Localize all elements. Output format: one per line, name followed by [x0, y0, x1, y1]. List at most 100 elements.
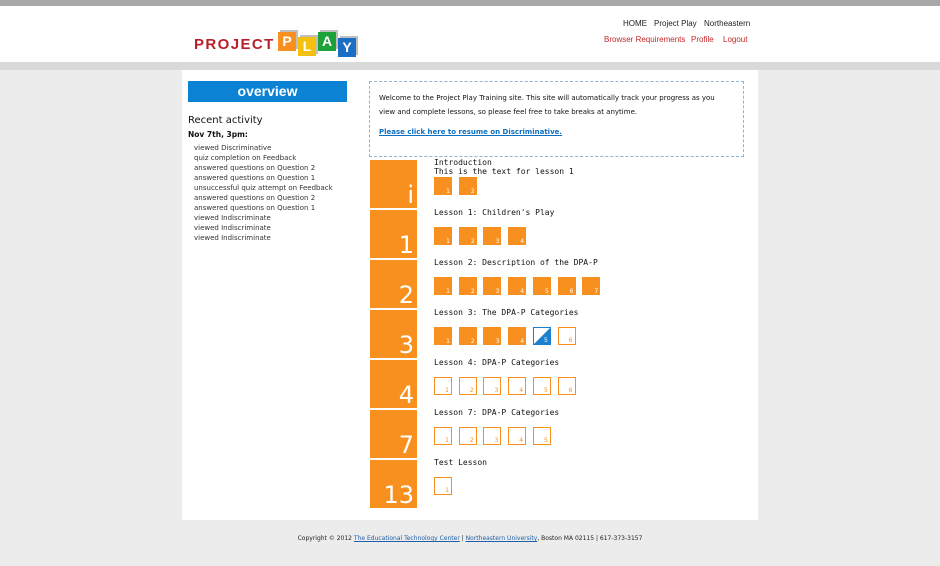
lesson-page-square[interactable]: 3 [483, 427, 502, 445]
lesson-number-tile[interactable]: 1 [370, 210, 417, 258]
lesson-page-square[interactable]: 5 [532, 377, 551, 395]
lesson-title[interactable]: Lesson 2: Description of the DPA-P [434, 258, 598, 267]
activity-item: viewed Indiscriminate [194, 214, 271, 222]
welcome-box: Welcome to the Project Play Training sit… [369, 81, 744, 157]
lesson-page-square[interactable]: 4 [508, 427, 527, 445]
lesson-page-number: 2 [470, 288, 475, 295]
lesson-number-tile[interactable]: i [370, 160, 417, 208]
activity-item: quiz completion on Feedback [194, 154, 297, 162]
activity-item: answered questions on Question 2 [194, 194, 316, 202]
logo-block-l: L [298, 37, 316, 56]
lesson-page-square[interactable]: 2 [458, 177, 477, 195]
site-header: PROJECT P L A Y HOME Project Play Northe… [0, 6, 940, 62]
lesson-page-number: 5 [543, 387, 548, 394]
lesson-page-square[interactable]: 1 [434, 177, 452, 195]
lesson-page-number: 3 [495, 338, 500, 345]
lesson-number-tile[interactable]: 7 [370, 410, 417, 458]
recent-activity-date: Nov 7th, 3pm: [188, 130, 248, 139]
nav-browser-requirements[interactable]: Browser Requirements [604, 35, 685, 44]
lesson-title[interactable]: Lesson 3: The DPA-P Categories [434, 308, 579, 317]
lesson-page-square[interactable]: 7 [582, 277, 601, 295]
lesson-page-square[interactable]: 1 [434, 427, 452, 445]
lesson-page-square[interactable]: 2 [458, 427, 477, 445]
activity-item: answered questions on Question 1 [194, 204, 316, 212]
lesson-title[interactable]: Lesson 7: DPA-P Categories [434, 408, 559, 417]
lesson-page-number: 1 [446, 288, 450, 295]
lesson-page-square[interactable]: 5 [532, 327, 551, 345]
resume-link[interactable]: Please click here to resume on Discrimin… [379, 128, 562, 136]
lesson-page-number: 2 [469, 387, 474, 394]
activity-item: answered questions on Question 2 [194, 164, 316, 172]
header-divider [0, 62, 940, 70]
lesson-page-square[interactable]: 4 [508, 377, 527, 395]
lesson-number-tile[interactable]: 2 [370, 260, 417, 308]
lesson-number: 3 [398, 331, 414, 359]
lesson-page-square[interactable]: 3 [483, 227, 502, 245]
footer-link-etc[interactable]: The Educational Technology Center [354, 535, 460, 542]
lesson-page-number: 6 [568, 387, 573, 394]
lesson-page-square[interactable]: 6 [557, 277, 576, 295]
lesson-number-tile[interactable]: 4 [370, 360, 417, 408]
lesson-page-number: 1 [446, 338, 450, 345]
lesson-page-square[interactable]: 2 [458, 277, 477, 295]
lesson-number: i [407, 181, 414, 209]
lesson-page-number: 3 [494, 387, 499, 394]
lesson-page-number: 5 [544, 288, 549, 295]
lesson-page-number: 2 [470, 238, 475, 245]
lesson-page-number: 1 [445, 387, 449, 394]
lesson-page-square[interactable]: 4 [508, 227, 527, 245]
nav-profile[interactable]: Profile [691, 35, 714, 44]
lesson-page-number: 4 [520, 338, 525, 345]
lesson-number: 2 [398, 281, 414, 309]
lesson-page-square[interactable]: 1 [434, 327, 452, 345]
footer-copyright: Copyright © 2012 [297, 535, 354, 542]
lesson-page-number: 1 [445, 437, 449, 444]
lesson-page-number: 1 [446, 188, 450, 195]
lesson-page-square[interactable]: 6 [557, 377, 576, 395]
lesson-page-square[interactable]: 6 [557, 327, 576, 345]
overview-button[interactable]: overview [188, 81, 347, 102]
nav-northeastern[interactable]: Northeastern [704, 19, 750, 28]
lesson-page-square[interactable]: 1 [434, 227, 452, 245]
lesson-page-number: 4 [519, 387, 524, 394]
lesson-page-square[interactable]: 3 [483, 327, 502, 345]
logo-block-p: P [278, 32, 296, 51]
nav-project-play[interactable]: Project Play [654, 19, 697, 28]
lesson-title[interactable]: Lesson 4: DPA-P Categories [434, 358, 559, 367]
lesson-page-number: 5 [543, 437, 548, 444]
lesson-page-square[interactable]: 4 [508, 277, 527, 295]
lesson-number: 1 [398, 231, 414, 259]
lesson-page-square[interactable]: 4 [508, 327, 527, 345]
lesson-page-number: 2 [470, 338, 475, 345]
lesson-title[interactable]: Lesson 1: Children's Play [434, 208, 554, 217]
lesson-page-square[interactable]: 2 [458, 227, 477, 245]
lesson-number: 13 [383, 481, 414, 509]
logo-text: PROJECT [194, 36, 275, 53]
lesson-page-square[interactable]: 3 [483, 377, 502, 395]
recent-activity-title: Recent activity [188, 115, 263, 126]
nav-logout[interactable]: Logout [723, 35, 747, 44]
lesson-page-number: 4 [520, 238, 525, 245]
footer: Copyright © 2012 The Educational Technol… [0, 535, 940, 542]
lesson-page-square[interactable]: 5 [532, 277, 551, 295]
lesson-page-square[interactable]: 1 [434, 277, 452, 295]
footer-address: , Boston MA 02115 | 617-373-3157 [537, 535, 643, 542]
lesson-page-number: 3 [495, 238, 500, 245]
lesson-page-number: 6 [568, 337, 573, 344]
lesson-page-square[interactable]: 2 [458, 377, 477, 395]
lesson-page-square[interactable]: 1 [434, 477, 452, 495]
lesson-page-square[interactable]: 2 [458, 327, 477, 345]
footer-link-northeastern[interactable]: Northeastern University [466, 535, 538, 542]
lesson-title[interactable]: Introduction [434, 158, 492, 167]
lesson-page-square[interactable]: 1 [434, 377, 452, 395]
lesson-page-square[interactable]: 5 [532, 427, 551, 445]
lesson-title[interactable]: Test Lesson [434, 458, 487, 467]
lesson-number-tile[interactable]: 13 [370, 460, 417, 508]
lesson-number-tile[interactable]: 3 [370, 310, 417, 358]
logo-block-y: Y [338, 38, 356, 57]
nav-home[interactable]: HOME [623, 19, 647, 28]
lesson-page-number: 2 [469, 437, 474, 444]
activity-item: answered questions on Question 1 [194, 174, 316, 182]
lesson-page-square[interactable]: 3 [483, 277, 502, 295]
lesson-page-number: 5 [543, 337, 548, 344]
